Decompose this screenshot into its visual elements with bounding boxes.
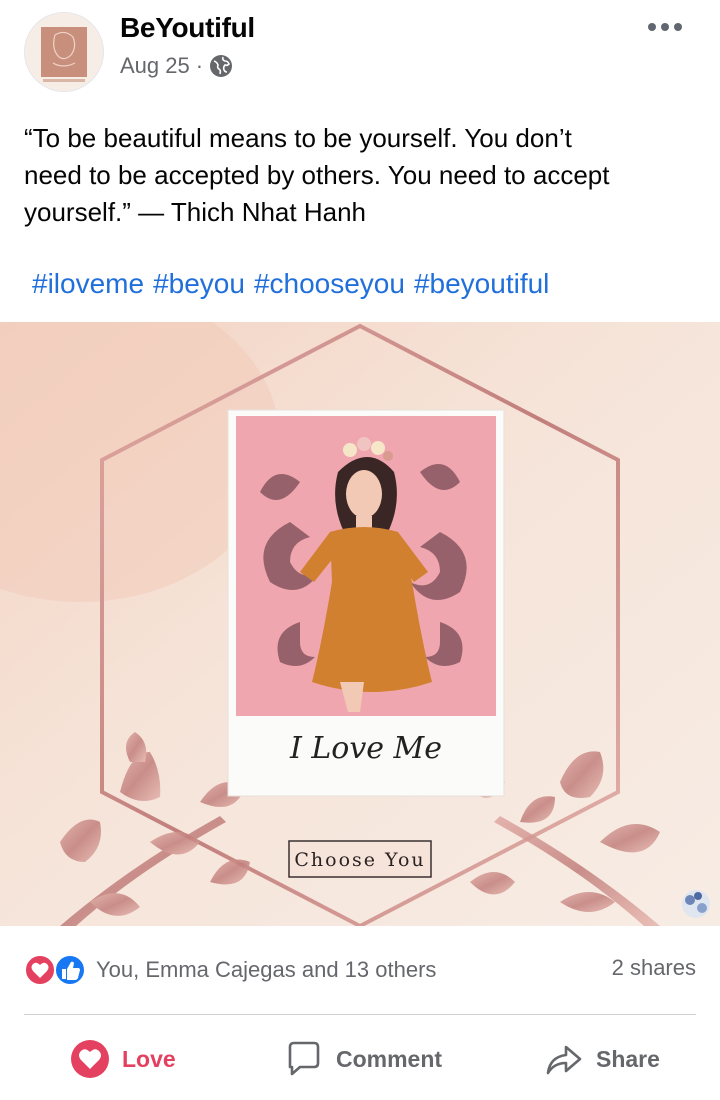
post-date[interactable]: Aug 25 [120,53,190,79]
choose-you-box: Choose You [288,840,432,878]
comment-icon [288,1041,320,1076]
heart-icon [71,1040,109,1078]
post-text: “To be beautiful means to be yourself. Y… [24,120,696,231]
page-avatar[interactable] [24,12,104,92]
hashtag-link[interactable]: #beyou [153,268,245,300]
like-reaction-icon [54,954,86,986]
reaction-icons [24,953,90,987]
hashtags: #iloveme #beyou #chooseyou #beyoutiful [32,268,549,300]
reactions-text[interactable]: You, Emma Cajegas and 13 others [96,957,436,983]
post-text-line: need to be accepted by others. You need … [24,160,610,190]
share-button-label: Share [596,1045,660,1072]
avatar-logo-icon [25,13,103,91]
actions-divider [24,1014,696,1015]
shares-count[interactable]: 2 shares [612,955,696,981]
post-text-line: yourself.” — Thich Nhat Hanh [24,197,366,227]
hashtag-link[interactable]: #beyoutiful [414,268,549,300]
choose-you-text: Choose You [294,849,425,871]
polaroid-card: I Love Me [227,409,505,797]
post-text-line: “To be beautiful means to be yourself. Y… [24,123,572,153]
watermark-flower-icon [682,890,710,918]
share-icon [546,1045,582,1075]
reactions-summary[interactable]: You, Emma Cajegas and 13 others [24,950,436,990]
comment-button[interactable]: Comment [284,1036,442,1082]
script-caption: I Love Me [289,731,442,766]
more-dot [648,23,656,31]
more-dot [661,23,669,31]
hashtag-link[interactable]: #chooseyou [254,268,405,300]
photo-illustration: I Love Me Choose You [0,322,720,926]
post-photo[interactable]: I Love Me Choose You [0,322,720,926]
post-meta: Aug 25 · [120,53,233,79]
more-options-icon[interactable] [648,16,686,38]
meta-separator: · [195,53,204,78]
love-button-label: Love [122,1045,176,1072]
post-header: BeYoutiful Aug 25 · [0,0,720,110]
page-name[interactable]: BeYoutiful [120,12,255,44]
share-button[interactable]: Share [544,1036,660,1082]
more-dot [674,23,682,31]
love-button[interactable]: Love [70,1036,176,1082]
globe-icon [210,55,233,77]
hashtag-link[interactable]: #iloveme [32,268,144,300]
comment-button-label: Comment [336,1045,443,1072]
love-reaction-icon [24,954,56,986]
